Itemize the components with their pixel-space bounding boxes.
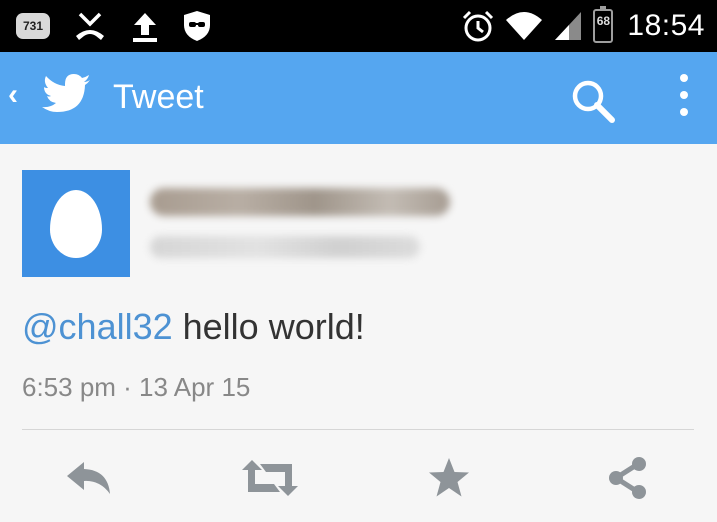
search-icon[interactable] xyxy=(570,78,616,124)
missed-call-icon xyxy=(76,12,104,40)
retweet-icon[interactable] xyxy=(240,456,300,500)
redacted-username xyxy=(150,236,420,258)
wifi-icon xyxy=(506,12,543,40)
tweet-timestamp: 6:53 pm · 13 Apr 15 xyxy=(22,372,251,402)
overflow-menu-icon[interactable] xyxy=(672,74,696,122)
twitter-bird-icon[interactable] xyxy=(42,74,92,118)
upload-icon xyxy=(133,13,157,42)
incognito-shield-icon xyxy=(184,11,210,41)
battery-level: 68 xyxy=(596,14,611,28)
divider xyxy=(22,429,694,430)
alarm-icon xyxy=(463,10,494,42)
notification-count: 731 xyxy=(22,19,44,33)
app-bar: ‹ Tweet xyxy=(0,52,717,144)
status-clock: 18:54 xyxy=(627,9,705,42)
reply-icon[interactable] xyxy=(64,456,114,500)
avatar[interactable] xyxy=(22,170,130,277)
redacted-display-name xyxy=(150,188,450,216)
favorite-icon[interactable] xyxy=(426,456,472,500)
status-bar-notifications: 731 xyxy=(16,8,212,44)
tweet-body: hello world! xyxy=(172,306,365,347)
signal-icon xyxy=(555,12,582,40)
back-chevron-icon[interactable]: ‹ xyxy=(8,78,18,112)
status-bar-system: 68 18:54 xyxy=(461,6,705,46)
status-bar: 731 68 18:54 xyxy=(0,0,717,52)
tweet-mention-link[interactable]: @chall32 xyxy=(22,306,173,347)
page-title: Tweet xyxy=(113,78,204,116)
notification-count-icon: 731 xyxy=(16,13,50,39)
default-egg-icon xyxy=(50,190,102,258)
battery-icon: 68 xyxy=(593,6,614,43)
tweet-text: @chall32 hello world! xyxy=(22,306,365,348)
share-icon[interactable] xyxy=(606,456,650,500)
